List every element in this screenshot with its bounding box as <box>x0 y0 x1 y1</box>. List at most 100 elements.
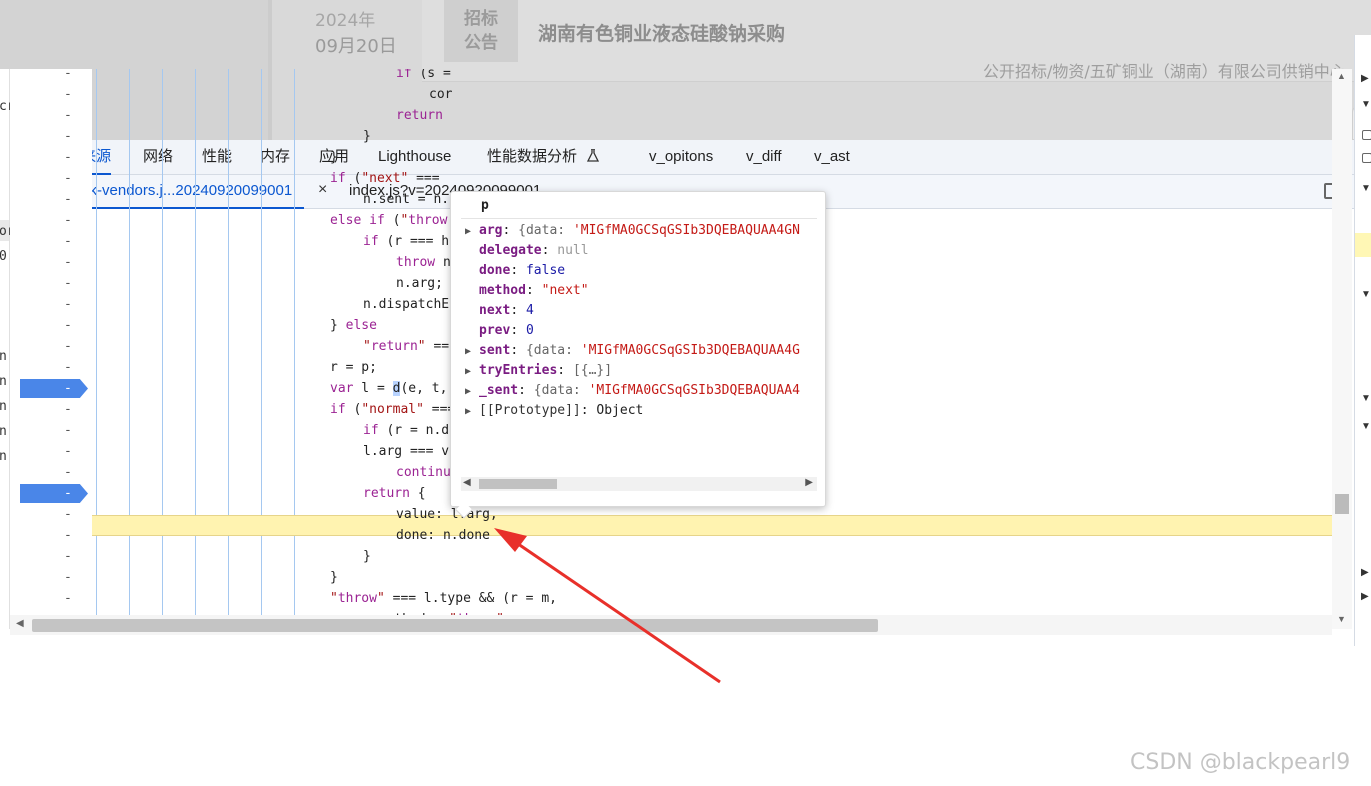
popover-property-row[interactable]: ▶ tryEntries: [{…}] <box>465 361 817 381</box>
line-number[interactable]: - <box>64 129 72 144</box>
scroll-right-icon[interactable]: ▶ <box>805 477 813 488</box>
variable-popover[interactable]: p ◀ ▶ ▶ arg: {data: 'MIGfMA0GCSqGSIb3DQEB… <box>450 191 826 507</box>
expand-triangle-icon[interactable]: ▶ <box>1361 591 1369 602</box>
code-line[interactable]: return { <box>363 483 426 504</box>
expand-triangle-icon[interactable]: ▶ <box>465 382 479 401</box>
line-number[interactable]: - <box>64 549 72 564</box>
line-number[interactable]: - <box>64 465 72 480</box>
collapse-triangle-icon[interactable]: ▼ <box>1361 289 1371 300</box>
editor-vscroll-thumb[interactable] <box>1335 494 1349 514</box>
line-number[interactable]: - <box>64 213 72 228</box>
property-separator: : <box>510 323 526 338</box>
property-value: {data: 'MIGfMA0GCSqGSIb3DQEBAQUAA4GN <box>518 223 800 238</box>
line-number[interactable]: - <box>64 444 72 459</box>
line-number[interactable]: - <box>64 570 72 585</box>
expand-triangle-icon[interactable]: ▶ <box>465 362 479 381</box>
navigator-item[interactable]: n <box>0 449 7 464</box>
collapse-triangle-icon[interactable]: ▼ <box>1361 99 1371 110</box>
code-line[interactable]: if (r === h <box>363 231 449 252</box>
popover-property-row[interactable]: next: 4 <box>465 301 817 321</box>
navigator-item[interactable]: n <box>0 374 7 389</box>
editor-vertical-scrollbar[interactable]: ▲ ▼ <box>1332 69 1352 629</box>
line-number[interactable]: - <box>64 318 72 333</box>
popover-property-row[interactable]: delegate: null <box>465 241 817 261</box>
code-line[interactable]: n.sent = n. <box>363 189 449 210</box>
code-line[interactable]: return <box>396 105 443 126</box>
sidebar-checkbox[interactable] <box>1362 130 1371 140</box>
line-number[interactable]: - <box>64 360 72 375</box>
line-number[interactable]: - <box>64 507 72 522</box>
code-line[interactable]: } <box>330 567 338 588</box>
line-number[interactable]: - <box>64 66 72 81</box>
line-number[interactable]: - <box>64 150 72 165</box>
expand-triangle-icon[interactable]: ▶ <box>1361 567 1369 578</box>
sidebar-checkbox[interactable] <box>1362 153 1371 163</box>
code-line[interactable]: l.arg === v) <box>363 441 457 462</box>
code-line[interactable]: "throw" === l.type && (r = m, <box>330 588 557 609</box>
expand-triangle-icon[interactable]: ▶ <box>1361 73 1369 84</box>
popover-property-row[interactable]: done: false <box>465 261 817 281</box>
code-line[interactable]: throw n <box>396 252 451 273</box>
line-gutter[interactable]: --------------------------- <box>10 66 92 629</box>
expand-triangle-icon[interactable]: ▶ <box>465 402 479 421</box>
popover-property-row[interactable]: ▶ _sent: {data: 'MIGfMA0GCSqGSIb3DQEBAQUA… <box>465 381 817 401</box>
popover-property-row[interactable]: ▶ [[Prototype]]: Object <box>465 401 817 421</box>
popover-property-row[interactable]: method: "next" <box>465 281 817 301</box>
line-number[interactable]: - <box>64 486 72 501</box>
line-number[interactable]: - <box>64 255 72 270</box>
code-line[interactable]: } <box>330 147 338 168</box>
popover-property-row[interactable]: ▶ sent: {data: 'MIGfMA0GCSqGSIb3DQEBAQUAA… <box>465 341 817 361</box>
property-value: "next" <box>541 283 589 298</box>
popover-property-row[interactable]: prev: 0 <box>465 321 817 341</box>
code-line[interactable]: } <box>363 546 371 567</box>
code-line[interactable]: value: l.arg, <box>396 504 498 525</box>
code-line[interactable]: done: n.done <box>396 525 490 546</box>
scroll-left-icon[interactable]: ◀ <box>463 477 471 488</box>
navigator-item[interactable]: n <box>0 399 7 414</box>
collapse-triangle-icon[interactable]: ▼ <box>1361 421 1371 432</box>
line-number[interactable]: - <box>64 234 72 249</box>
navigator-item[interactable]: n <box>0 349 7 364</box>
tender-title[interactable]: 湖南有色铜业液态硅酸钠采购 <box>538 19 785 46</box>
code-line[interactable]: "return" == <box>363 336 449 357</box>
breakpoint-marker[interactable] <box>20 484 88 503</box>
line-number[interactable]: - <box>64 423 72 438</box>
scroll-left-icon[interactable]: ◀ <box>16 618 24 629</box>
line-number[interactable]: - <box>64 171 72 186</box>
indent-guide <box>96 69 97 629</box>
line-number[interactable]: - <box>64 276 72 291</box>
code-line[interactable]: } else <box>330 315 377 336</box>
code-line[interactable]: if ("next" === <box>330 168 440 189</box>
scroll-up-icon[interactable]: ▲ <box>1337 71 1346 81</box>
code-line[interactable]: r = p; <box>330 357 377 378</box>
expand-triangle-icon[interactable]: ▶ <box>465 222 479 241</box>
code-line[interactable]: n.dispatchE <box>363 294 449 315</box>
line-number[interactable]: - <box>64 192 72 207</box>
line-number[interactable]: - <box>64 528 72 543</box>
code-line[interactable]: n.arg; <box>396 273 443 294</box>
popover-property-row[interactable]: ▶ arg: {data: 'MIGfMA0GCSqGSIb3DQEBAQUAA4… <box>465 221 817 241</box>
property-key: next <box>479 303 511 318</box>
collapse-triangle-icon[interactable]: ▼ <box>1361 393 1371 404</box>
editor-horizontal-scrollbar[interactable]: ◀ <box>10 615 1332 635</box>
code-line[interactable]: if (s = <box>396 69 451 84</box>
breakpoint-marker[interactable] <box>20 379 88 398</box>
screen: 2024年 09月20日 招标 公告 湖南有色铜业液态硅酸钠采购 公开招标/物资… <box>0 0 1371 786</box>
line-number[interactable]: - <box>64 87 72 102</box>
scroll-down-icon[interactable]: ▼ <box>1337 614 1346 624</box>
line-number[interactable]: - <box>64 297 72 312</box>
code-line[interactable]: } <box>363 126 371 147</box>
line-number[interactable]: - <box>64 381 72 396</box>
line-number[interactable]: - <box>64 339 72 354</box>
line-number[interactable]: - <box>64 591 72 606</box>
popover-horizontal-scrollbar[interactable]: ◀ ▶ <box>461 477 817 491</box>
collapse-triangle-icon[interactable]: ▼ <box>1361 183 1371 194</box>
editor-hscroll-thumb[interactable] <box>32 619 878 632</box>
code-line[interactable]: cor <box>429 84 452 105</box>
code-line[interactable]: else if ("throw <box>330 210 447 231</box>
line-number[interactable]: - <box>64 108 72 123</box>
navigator-item[interactable]: n <box>0 424 7 439</box>
expand-triangle-icon[interactable]: ▶ <box>465 342 479 361</box>
line-number[interactable]: - <box>64 402 72 417</box>
popover-scroll-thumb[interactable] <box>479 479 557 489</box>
